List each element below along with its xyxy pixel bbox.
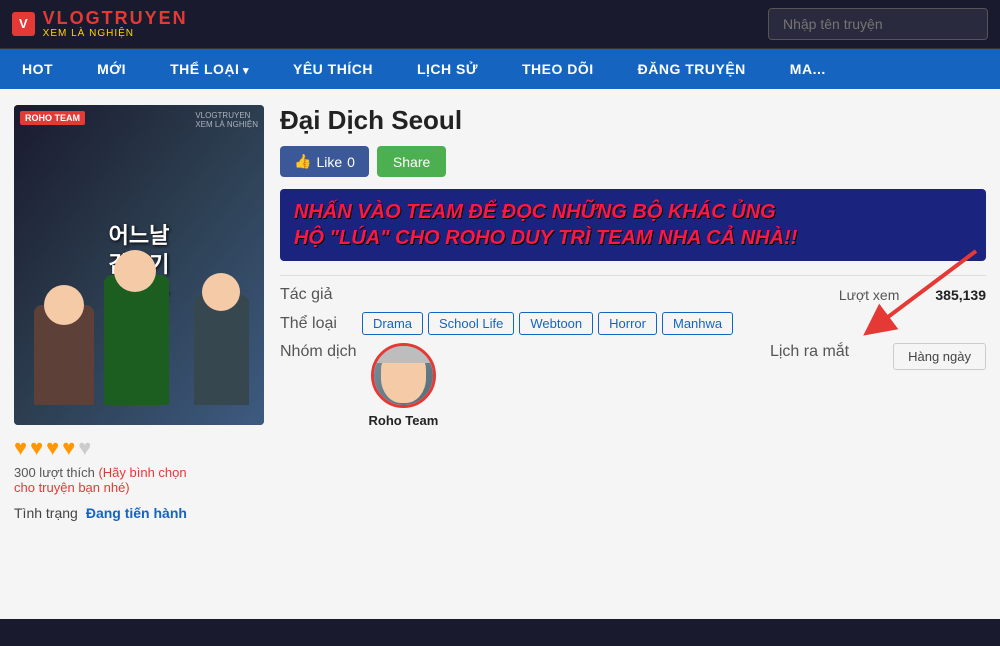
right-panel: Đại Dịch Seoul 👍 Like 0 Share NHẤN VÀO T… [280,105,986,521]
group-avatar [371,343,436,408]
nav-dang-truyen[interactable]: ĐĂNG TRUYỆN [616,49,768,89]
avatar-face [381,348,426,403]
tag-school-life[interactable]: School Life [428,312,514,335]
logo-text: VLOGTRUYEN XEM LÀ NGHIỆN [43,9,188,40]
group-avatar-inner [374,346,433,405]
star-4[interactable]: ♥ [62,435,75,461]
logo-bottom: XEM LÀ NGHIỆN [43,28,188,39]
cover-art: ROHO TEAM VLOGTRUYENXEM LÀ NGHIỆN 어느날갑자기… [14,105,264,425]
release-value[interactable]: Hàng ngày [893,343,986,370]
cover-watermark: VLOGTRUYENXEM LÀ NGHIỆN [195,111,258,129]
logo-top: VLOGTRUYEN [43,9,188,29]
rating-count: 300 lượt thích (Hãy bình chọncho truyện … [14,465,264,495]
promo-text: NHẤN VÀO TEAM ĐỂ ĐỌC NHỮNG BỘ KHÁC ỦNG H… [294,199,972,251]
author-row: Tác giả Lượt xem 385,139 [280,286,986,304]
nav-the-loai[interactable]: THỂ LOẠI [148,49,271,89]
left-panel: ROHO TEAM VLOGTRUYENXEM LÀ NGHIỆN 어느날갑자기… [14,105,264,521]
manga-section: ROHO TEAM VLOGTRUYENXEM LÀ NGHIỆN 어느날갑자기… [14,105,986,521]
genre-tags: Drama School Life Webtoon Horror Manhwa [362,312,733,335]
views-label: Lượt xem [839,287,900,303]
star-1[interactable]: ♥ [14,435,27,461]
like-label: Like [316,154,342,170]
tag-drama[interactable]: Drama [362,312,423,335]
search-input[interactable] [768,8,988,40]
manga-title: Đại Dịch Seoul [280,105,986,136]
views-value: 385,139 [935,287,986,303]
share-button[interactable]: Share [377,146,446,177]
promo-banner: NHẤN VÀO TEAM ĐỂ ĐỌC NHỮNG BỘ KHÁC ỦNG H… [280,189,986,261]
translator-row: Nhóm dịch Roho Team Lịch ra mắt [280,343,986,428]
character-3 [104,275,169,405]
star-5[interactable]: ♥ [78,435,91,461]
release-label: Lịch ra mắt [770,343,849,361]
translator-group: Roho Team [368,343,438,428]
nav-yeu-thich[interactable]: YÊU THÍCH [271,49,395,89]
group-avatar-wrapper[interactable] [371,343,436,408]
main-nav: HOT MỚI THỂ LOẠI YÊU THÍCH LỊCH SỬ THEO … [0,49,1000,89]
nav-moi[interactable]: MỚI [75,49,148,89]
tag-webtoon[interactable]: Webtoon [519,312,593,335]
cover-team-badge: ROHO TEAM [20,111,85,125]
rating-area: ♥ ♥ ♥ ♥ ♥ 300 lượt thích (Hãy bình chọnc… [14,435,264,495]
info-section: Tác giả Lượt xem 385,139 Thể loại Drama … [280,286,986,428]
star-2[interactable]: ♥ [30,435,43,461]
status-label: Tình trạng [14,505,78,521]
star-rating: ♥ ♥ ♥ ♥ ♥ [14,435,264,461]
genre-label: Thể loại [280,315,350,333]
author-label: Tác giả [280,286,350,304]
character-1 [34,305,94,405]
action-row: 👍 Like 0 Share [280,146,986,177]
group-name: Roho Team [368,413,438,428]
nav-lich-su[interactable]: LỊCH SỬ [395,49,500,89]
header: V VLOGTRUYEN XEM LÀ NGHIỆN [0,0,1000,49]
logo: V VLOGTRUYEN XEM LÀ NGHIỆN [12,9,188,40]
genre-row: Thể loại Drama School Life Webtoon Horro… [280,312,986,335]
like-button[interactable]: 👍 Like 0 [280,146,369,177]
cover-wrapper: ROHO TEAM VLOGTRUYENXEM LÀ NGHIỆN 어느날갑자기… [14,105,264,425]
status-row: Tình trạng Đang tiến hành [14,505,264,521]
divider-1 [280,275,986,276]
character-2 [194,295,249,405]
like-count: 0 [347,154,355,170]
tag-manhwa[interactable]: Manhwa [662,312,733,335]
main-content: ROHO TEAM VLOGTRUYENXEM LÀ NGHIỆN 어느날갑자기… [0,89,1000,619]
status-value: Đang tiến hành [86,505,187,521]
star-3[interactable]: ♥ [46,435,59,461]
nav-hot[interactable]: HOT [0,49,75,89]
nav-ma[interactable]: MA... [768,49,848,89]
thumb-icon: 👍 [294,153,311,170]
translator-label: Nhóm dịch [280,343,356,361]
nav-theo-doi[interactable]: THEO DÕI [500,49,616,89]
tag-horror[interactable]: Horror [598,312,657,335]
logo-v-badge: V [12,12,35,36]
